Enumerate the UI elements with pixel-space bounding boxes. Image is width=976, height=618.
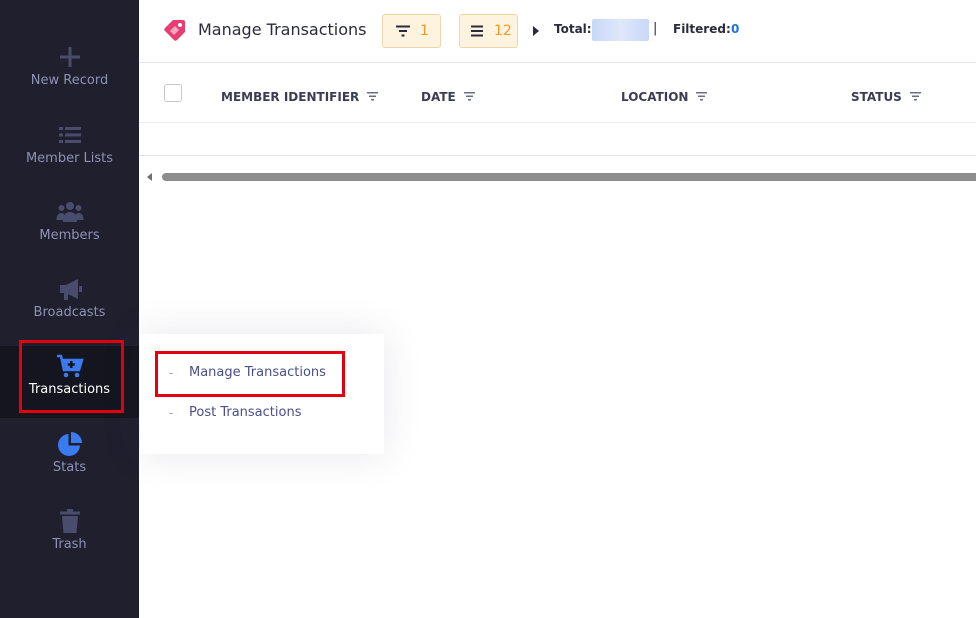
- pie-chart-icon: [57, 432, 82, 456]
- horizontal-scrollbar[interactable]: [162, 173, 976, 181]
- bullet-dash: -: [169, 366, 174, 380]
- expand-caret-icon[interactable]: [533, 26, 539, 36]
- sidebar-item-stats[interactable]: Stats: [0, 424, 139, 496]
- tag-icon: [164, 20, 185, 41]
- cart-icon: [56, 354, 84, 378]
- table-header: MEMBER IDENTIFIER DATE LOCATION STATUS: [139, 64, 976, 123]
- sidebar-item-label: Stats: [52, 460, 87, 475]
- total-label: Total:: [554, 22, 592, 36]
- submenu-item-label: Manage Transactions: [189, 365, 326, 380]
- sidebar-item-transactions[interactable]: Transactions: [0, 346, 139, 418]
- separator: |: [653, 21, 658, 36]
- bullet-dash: -: [169, 406, 174, 420]
- column-location[interactable]: LOCATION: [621, 90, 708, 104]
- filter-count-button[interactable]: 1: [382, 14, 441, 48]
- sidebar-item-label: Trash: [52, 537, 87, 552]
- sidebar-item-member-lists[interactable]: Member Lists: [0, 115, 139, 187]
- scroll-left-arrow-icon[interactable]: [147, 173, 152, 181]
- sidebar-item-trash[interactable]: Trash: [0, 501, 139, 573]
- columns-count-button[interactable]: 12: [459, 14, 518, 48]
- select-all-checkbox[interactable]: [164, 84, 182, 102]
- column-member-identifier[interactable]: MEMBER IDENTIFIER: [221, 90, 379, 104]
- filter-count: 1: [420, 23, 429, 39]
- column-date[interactable]: DATE: [421, 90, 475, 104]
- sidebar-item-new-record[interactable]: New Record: [0, 37, 139, 109]
- filtered-label: Filtered:: [673, 22, 731, 36]
- sort-filter-icon[interactable]: [367, 92, 379, 101]
- table-row: [139, 123, 976, 156]
- sidebar-item-broadcasts[interactable]: Broadcasts: [0, 269, 139, 341]
- sidebar: New Record Member Lists Members Broadcas…: [0, 0, 139, 618]
- submenu-item-post-transactions[interactable]: - Post Transactions: [140, 399, 384, 429]
- list-icon: [58, 127, 81, 143]
- trash-icon: [59, 509, 80, 533]
- transactions-submenu: - Manage Transactions - Post Transaction…: [140, 334, 384, 454]
- filter-icon: [396, 25, 410, 37]
- total-value-redacted: [592, 19, 649, 41]
- plus-icon: [59, 47, 80, 67]
- submenu-item-label: Post Transactions: [189, 405, 302, 420]
- page-header: Manage Transactions 1 12 Total: | Filter…: [139, 0, 976, 63]
- megaphone-icon: [59, 279, 82, 300]
- menu-icon: [471, 25, 483, 37]
- filtered-value: 0: [731, 22, 740, 36]
- sidebar-item-label: New Record: [30, 73, 109, 88]
- users-icon: [56, 202, 83, 222]
- sort-filter-icon[interactable]: [909, 92, 921, 101]
- sidebar-item-label: Member Lists: [25, 151, 114, 166]
- sidebar-item-label: Broadcasts: [33, 305, 106, 320]
- sort-filter-icon[interactable]: [463, 92, 475, 101]
- columns-count: 12: [494, 23, 512, 39]
- sidebar-item-label: Transactions: [28, 382, 111, 397]
- page-title: Manage Transactions: [198, 20, 367, 39]
- sidebar-item-label: Members: [39, 228, 100, 243]
- submenu-item-manage-transactions[interactable]: - Manage Transactions: [140, 359, 384, 389]
- sidebar-item-members[interactable]: Members: [0, 192, 139, 264]
- column-status[interactable]: STATUS: [851, 90, 921, 104]
- sort-filter-icon[interactable]: [696, 92, 708, 101]
